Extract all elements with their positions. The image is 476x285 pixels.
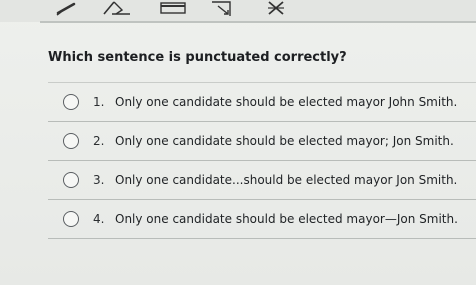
option-text: Only one candidate should be elected may… [115, 95, 458, 109]
radio-button[interactable] [63, 94, 79, 110]
toolbar [0, 0, 476, 23]
answer-option-2[interactable]: 2. Only one candidate should be elected … [48, 122, 476, 161]
radio-button[interactable] [63, 133, 79, 149]
question-text: Which sentence is punctuated correctly? [48, 50, 347, 65]
option-number: 2. [93, 134, 105, 148]
expand-icon[interactable] [210, 0, 236, 18]
option-number: 1. [93, 95, 105, 109]
question-panel: Which sentence is punctuated correctly? … [38, 30, 476, 285]
option-number: 4. [93, 212, 105, 226]
answer-options: 1. Only one candidate should be elected … [48, 82, 476, 239]
answer-option-3[interactable]: 3. Only one candidate...should be electe… [48, 161, 476, 200]
option-number: 3. [93, 173, 105, 187]
pencil-icon[interactable] [56, 0, 78, 16]
option-text: Only one candidate...should be elected m… [115, 173, 458, 187]
radio-button[interactable] [63, 172, 79, 188]
eraser-icon[interactable] [100, 0, 134, 16]
toolbar-divider [40, 21, 476, 23]
highlighter-icon[interactable] [160, 0, 186, 16]
radio-button[interactable] [63, 211, 79, 227]
quiz-screen: Which sentence is punctuated correctly? … [0, 0, 476, 285]
answer-option-1[interactable]: 1. Only one candidate should be elected … [48, 82, 476, 122]
option-text: Only one candidate should be elected may… [115, 134, 454, 148]
cross-out-icon[interactable] [266, 0, 286, 16]
option-text: Only one candidate should be elected may… [115, 212, 458, 226]
answer-option-4[interactable]: 4. Only one candidate should be elected … [48, 200, 476, 239]
